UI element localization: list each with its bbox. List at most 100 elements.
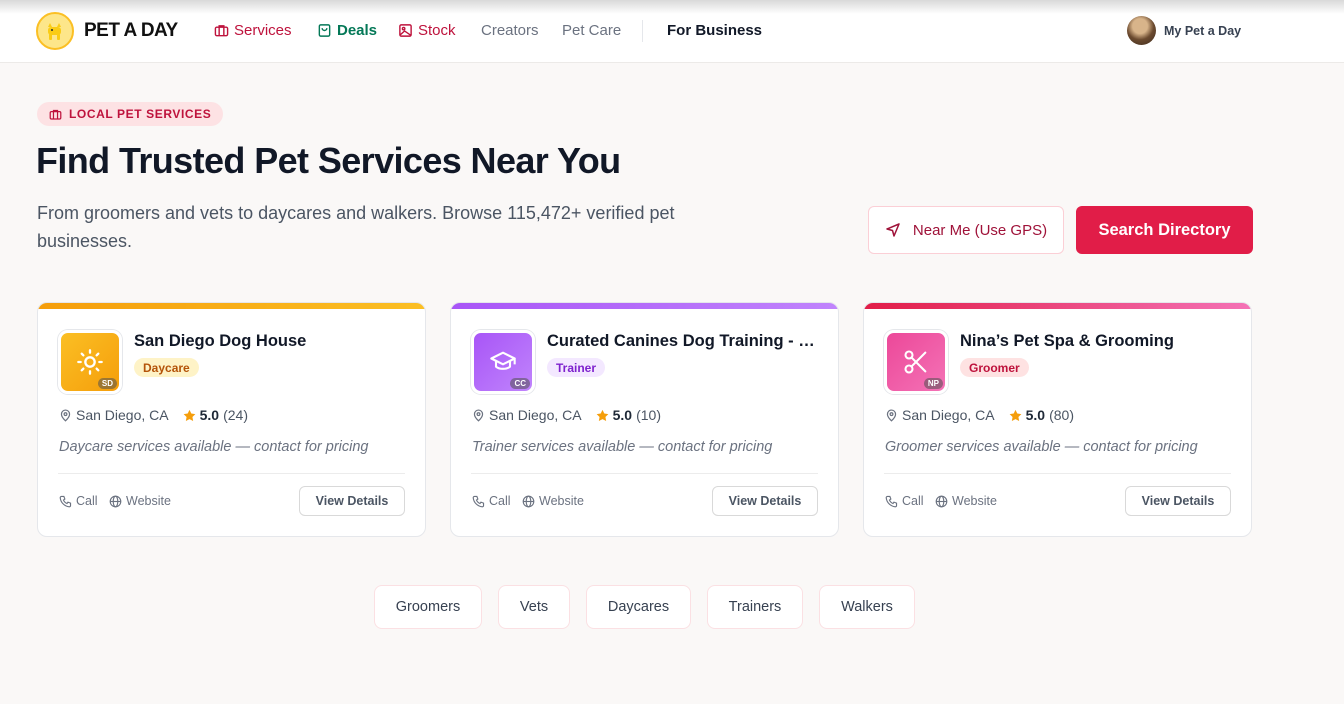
globe-icon <box>935 495 948 507</box>
business-name[interactable]: San Diego Dog House <box>134 332 416 351</box>
nav-label-creators: Creators <box>481 22 539 39</box>
call-label: Call <box>76 494 98 508</box>
top-navbar: PET A DAY Services Deals Stock Creators … <box>0 0 1344 63</box>
header-shadow <box>0 0 1344 14</box>
nav-label-deals: Deals <box>337 22 378 39</box>
category-chip-walkers[interactable]: Walkers <box>819 585 915 629</box>
star-icon <box>596 409 608 421</box>
briefcase-icon <box>214 25 229 37</box>
category-badge: Trainer <box>547 358 606 377</box>
globe-icon <box>109 495 122 507</box>
call-link[interactable]: Call <box>885 494 924 508</box>
rating-value: 5.0 <box>199 407 220 423</box>
website-label: Website <box>952 494 997 508</box>
card-avatar: NP <box>884 330 948 394</box>
call-label: Call <box>489 494 511 508</box>
business-initials: SD <box>97 378 117 389</box>
nav-item-services[interactable]: Services <box>214 22 292 39</box>
search-directory-button[interactable]: Search Directory <box>1076 206 1253 254</box>
star-icon <box>1009 409 1021 421</box>
dog-icon <box>48 23 61 40</box>
brand-name[interactable]: PET A DAY <box>84 20 178 42</box>
service-card[interactable]: SD San Diego Dog House Daycare San Diego… <box>37 302 426 537</box>
nav-divider <box>642 20 643 42</box>
category-badge: Daycare <box>134 358 199 377</box>
phone-icon <box>885 495 898 507</box>
website-link[interactable]: Website <box>935 494 997 508</box>
website-label: Website <box>126 494 171 508</box>
nav-item-stock[interactable]: Stock <box>398 22 456 39</box>
pricing-note: Daycare services available — contact for… <box>59 439 369 455</box>
briefcase-icon <box>49 109 62 120</box>
avatar[interactable] <box>1127 16 1156 45</box>
business-initials: CC <box>510 378 530 389</box>
nav-label-pet-care: Pet Care <box>562 22 622 39</box>
location-text: San Diego, CA <box>489 407 582 423</box>
sun-icon <box>77 349 103 375</box>
location-text: San Diego, CA <box>902 407 995 423</box>
review-count: (10) <box>636 407 661 423</box>
nav-label-services: Services <box>234 22 292 39</box>
call-link[interactable]: Call <box>472 494 511 508</box>
card-divider <box>471 473 818 474</box>
phone-icon <box>59 495 72 507</box>
location-rating-row: San Diego, CA 5.0 (10) <box>472 407 661 423</box>
nav-label-for-business: For Business <box>667 22 763 39</box>
card-accent-bar <box>864 303 1251 309</box>
section-badge-label: LOCAL PET SERVICES <box>69 107 212 121</box>
page-title: Find Trusted Pet Services Near You <box>36 140 621 181</box>
nav-item-for-business[interactable]: For Business <box>667 22 762 39</box>
dog-logo-icon[interactable] <box>36 12 74 50</box>
navigation-arrow-icon <box>886 223 900 237</box>
map-pin-icon <box>473 408 484 422</box>
account-label[interactable]: My Pet a Day <box>1164 24 1241 38</box>
category-chip-trainers[interactable]: Trainers <box>707 585 803 629</box>
nav-label-stock: Stock <box>418 22 456 39</box>
call-link[interactable]: Call <box>59 494 98 508</box>
card-divider <box>884 473 1231 474</box>
review-count: (24) <box>223 407 248 423</box>
pricing-note: Groomer services available — contact for… <box>885 439 1198 455</box>
near-me-gps-button[interactable]: Near Me (Use GPS) <box>868 206 1064 254</box>
nav-item-pet-care[interactable]: Pet Care <box>562 22 621 39</box>
service-card[interactable]: NP Nina’s Pet Spa & Grooming Groomer San… <box>863 302 1252 537</box>
business-name[interactable]: Nina’s Pet Spa & Grooming <box>960 332 1242 351</box>
phone-icon <box>472 495 485 507</box>
map-pin-icon <box>60 408 71 422</box>
view-details-button[interactable]: View Details <box>1125 486 1231 516</box>
rating-value: 5.0 <box>612 407 633 423</box>
category-chip-daycares[interactable]: Daycares <box>586 585 691 629</box>
service-card[interactable]: CC Curated Canines Dog Training - … Trai… <box>450 302 839 537</box>
card-divider <box>58 473 405 474</box>
scissors-icon <box>904 350 927 374</box>
location-rating-row: San Diego, CA 5.0 (24) <box>59 407 248 423</box>
graduation-cap-icon <box>490 351 516 370</box>
section-badge: LOCAL PET SERVICES <box>37 102 224 126</box>
card-avatar: CC <box>471 330 535 394</box>
card-accent-bar <box>451 303 838 309</box>
nav-item-creators[interactable]: Creators <box>481 22 539 39</box>
location-rating-row: San Diego, CA 5.0 (80) <box>885 407 1074 423</box>
map-pin-icon <box>886 408 897 422</box>
website-label: Website <box>539 494 584 508</box>
page-subtitle: From groomers and vets to daycares and w… <box>37 203 675 251</box>
nav-item-deals[interactable]: Deals <box>317 22 377 39</box>
review-count: (80) <box>1049 407 1074 423</box>
website-link[interactable]: Website <box>522 494 584 508</box>
category-badge: Groomer <box>960 358 1029 377</box>
category-chip-groomers[interactable]: Groomers <box>374 585 482 629</box>
business-name[interactable]: Curated Canines Dog Training - … <box>547 332 829 351</box>
view-details-button[interactable]: View Details <box>712 486 818 516</box>
star-icon <box>183 409 195 421</box>
card-avatar: SD <box>58 330 122 394</box>
globe-icon <box>522 495 535 507</box>
near-me-gps-label: Near Me (Use GPS) <box>912 221 1048 239</box>
category-chip-vets[interactable]: Vets <box>498 585 570 629</box>
location-text: San Diego, CA <box>76 407 169 423</box>
view-details-button[interactable]: View Details <box>299 486 405 516</box>
shopping-bag-icon <box>318 24 331 37</box>
pricing-note: Trainer services available — contact for… <box>472 439 773 455</box>
website-link[interactable]: Website <box>109 494 171 508</box>
card-accent-bar <box>38 303 425 309</box>
image-icon <box>399 24 412 37</box>
